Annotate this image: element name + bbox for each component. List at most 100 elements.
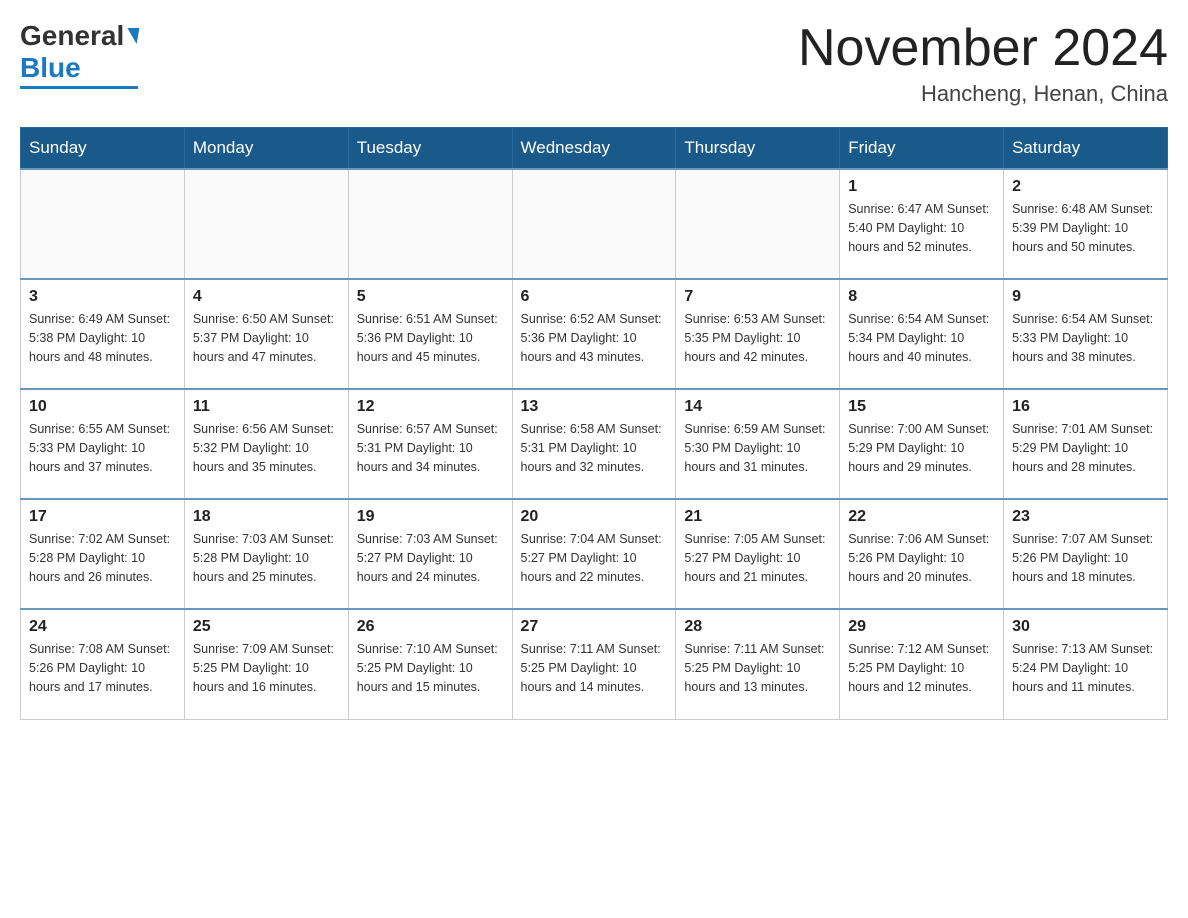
calendar-cell: 24Sunrise: 7:08 AM Sunset: 5:26 PM Dayli…	[21, 609, 185, 719]
day-info: Sunrise: 7:12 AM Sunset: 5:25 PM Dayligh…	[848, 640, 995, 696]
day-info: Sunrise: 7:00 AM Sunset: 5:29 PM Dayligh…	[848, 420, 995, 476]
day-info: Sunrise: 6:49 AM Sunset: 5:38 PM Dayligh…	[29, 310, 176, 366]
calendar-cell: 29Sunrise: 7:12 AM Sunset: 5:25 PM Dayli…	[840, 609, 1004, 719]
logo-text: General	[20, 20, 138, 52]
calendar-cell: 11 Sunrise: 6:56 AM Sunset: 5:32 PM Dayli…	[184, 389, 348, 499]
day-number: 15	[848, 398, 995, 416]
day-info: Sunrise: 6:54 AM Sunset: 5:34 PM Dayligh…	[848, 310, 995, 366]
calendar-cell: 16 Sunrise: 7:01 AM Sunset: 5:29 PM Dayli…	[1004, 389, 1168, 499]
page-header: General Blue November 2024 Hancheng, Hen…	[20, 20, 1168, 107]
title-block: November 2024 Hancheng, Henan, China	[798, 20, 1168, 107]
weekday-header-friday: Friday	[840, 128, 1004, 170]
day-info: Sunrise: 6:48 AM Sunset: 5:39 PM Dayligh…	[1012, 200, 1159, 256]
day-number: 3	[29, 288, 176, 306]
day-info: Sunrise: 6:59 AM Sunset: 5:30 PM Dayligh…	[684, 420, 831, 476]
day-number: 19	[357, 508, 504, 526]
day-number: 23	[1012, 508, 1159, 526]
calendar-cell: 25Sunrise: 7:09 AM Sunset: 5:25 PM Dayli…	[184, 609, 348, 719]
weekday-header-tuesday: Tuesday	[348, 128, 512, 170]
day-number: 26	[357, 618, 504, 636]
day-number: 17	[29, 508, 176, 526]
day-info: Sunrise: 7:03 AM Sunset: 5:28 PM Dayligh…	[193, 530, 340, 586]
day-number: 7	[684, 288, 831, 306]
day-info: Sunrise: 6:54 AM Sunset: 5:33 PM Dayligh…	[1012, 310, 1159, 366]
calendar-cell: 23 Sunrise: 7:07 AM Sunset: 5:26 PM Dayli…	[1004, 499, 1168, 609]
weekday-header-row: SundayMondayTuesdayWednesdayThursdayFrid…	[21, 128, 1168, 170]
day-info: Sunrise: 7:05 AM Sunset: 5:27 PM Dayligh…	[684, 530, 831, 586]
calendar-cell	[21, 169, 185, 279]
day-info: Sunrise: 7:02 AM Sunset: 5:28 PM Dayligh…	[29, 530, 176, 586]
day-info: Sunrise: 7:08 AM Sunset: 5:26 PM Dayligh…	[29, 640, 176, 696]
calendar-week-5: 24Sunrise: 7:08 AM Sunset: 5:26 PM Dayli…	[21, 609, 1168, 719]
day-number: 13	[521, 398, 668, 416]
day-info: Sunrise: 7:03 AM Sunset: 5:27 PM Dayligh…	[357, 530, 504, 586]
logo-underline	[20, 86, 138, 89]
weekday-header-thursday: Thursday	[676, 128, 840, 170]
calendar-cell: 15 Sunrise: 7:00 AM Sunset: 5:29 PM Dayli…	[840, 389, 1004, 499]
weekday-header-wednesday: Wednesday	[512, 128, 676, 170]
calendar-cell: 7Sunrise: 6:53 AM Sunset: 5:35 PM Daylig…	[676, 279, 840, 389]
calendar-cell: 4Sunrise: 6:50 AM Sunset: 5:37 PM Daylig…	[184, 279, 348, 389]
day-info: Sunrise: 7:11 AM Sunset: 5:25 PM Dayligh…	[684, 640, 831, 696]
day-info: Sunrise: 6:55 AM Sunset: 5:33 PM Dayligh…	[29, 420, 176, 476]
calendar-cell	[348, 169, 512, 279]
calendar-cell: 2 Sunrise: 6:48 AM Sunset: 5:39 PM Daylig…	[1004, 169, 1168, 279]
calendar-cell: 28 Sunrise: 7:11 AM Sunset: 5:25 PM Dayli…	[676, 609, 840, 719]
day-number: 27	[521, 618, 668, 636]
logo: General Blue	[20, 20, 138, 89]
day-info: Sunrise: 6:56 AM Sunset: 5:32 PM Dayligh…	[193, 420, 340, 476]
calendar-cell: 12Sunrise: 6:57 AM Sunset: 5:31 PM Dayli…	[348, 389, 512, 499]
day-info: Sunrise: 7:01 AM Sunset: 5:29 PM Dayligh…	[1012, 420, 1159, 476]
calendar-cell: 22 Sunrise: 7:06 AM Sunset: 5:26 PM Dayli…	[840, 499, 1004, 609]
weekday-header-saturday: Saturday	[1004, 128, 1168, 170]
calendar-cell: 21 Sunrise: 7:05 AM Sunset: 5:27 PM Dayli…	[676, 499, 840, 609]
day-number: 14	[684, 398, 831, 416]
day-number: 22	[848, 508, 995, 526]
day-info: Sunrise: 7:04 AM Sunset: 5:27 PM Dayligh…	[521, 530, 668, 586]
day-info: Sunrise: 6:57 AM Sunset: 5:31 PM Dayligh…	[357, 420, 504, 476]
day-info: Sunrise: 7:07 AM Sunset: 5:26 PM Dayligh…	[1012, 530, 1159, 586]
day-number: 2	[1012, 178, 1159, 196]
calendar-cell	[184, 169, 348, 279]
calendar-week-3: 10Sunrise: 6:55 AM Sunset: 5:33 PM Dayli…	[21, 389, 1168, 499]
day-info: Sunrise: 7:10 AM Sunset: 5:25 PM Dayligh…	[357, 640, 504, 696]
calendar-header: SundayMondayTuesdayWednesdayThursdayFrid…	[21, 128, 1168, 170]
day-number: 16	[1012, 398, 1159, 416]
day-number: 9	[1012, 288, 1159, 306]
day-number: 11	[193, 398, 340, 416]
day-number: 1	[848, 178, 995, 196]
calendar-cell: 5Sunrise: 6:51 AM Sunset: 5:36 PM Daylig…	[348, 279, 512, 389]
logo-blue-text: Blue	[20, 52, 81, 84]
calendar-cell: 6 Sunrise: 6:52 AM Sunset: 5:36 PM Daylig…	[512, 279, 676, 389]
calendar-week-1: 1Sunrise: 6:47 AM Sunset: 5:40 PM Daylig…	[21, 169, 1168, 279]
logo-arrow-icon	[125, 28, 140, 44]
day-number: 21	[684, 508, 831, 526]
weekday-header-monday: Monday	[184, 128, 348, 170]
logo-general-text: General	[20, 20, 124, 52]
calendar-cell: 13 Sunrise: 6:58 AM Sunset: 5:31 PM Dayli…	[512, 389, 676, 499]
day-number: 25	[193, 618, 340, 636]
calendar-cell: 9 Sunrise: 6:54 AM Sunset: 5:33 PM Daylig…	[1004, 279, 1168, 389]
calendar-week-2: 3 Sunrise: 6:49 AM Sunset: 5:38 PM Daylig…	[21, 279, 1168, 389]
calendar-body: 1Sunrise: 6:47 AM Sunset: 5:40 PM Daylig…	[21, 169, 1168, 719]
calendar-cell: 14 Sunrise: 6:59 AM Sunset: 5:30 PM Dayli…	[676, 389, 840, 499]
weekday-header-sunday: Sunday	[21, 128, 185, 170]
calendar-title: November 2024	[798, 20, 1168, 77]
calendar-cell: 10Sunrise: 6:55 AM Sunset: 5:33 PM Dayli…	[21, 389, 185, 499]
calendar-week-4: 17 Sunrise: 7:02 AM Sunset: 5:28 PM Dayli…	[21, 499, 1168, 609]
calendar-cell: 19 Sunrise: 7:03 AM Sunset: 5:27 PM Dayli…	[348, 499, 512, 609]
day-number: 6	[521, 288, 668, 306]
calendar-cell: 17 Sunrise: 7:02 AM Sunset: 5:28 PM Dayli…	[21, 499, 185, 609]
day-number: 18	[193, 508, 340, 526]
day-info: Sunrise: 6:50 AM Sunset: 5:37 PM Dayligh…	[193, 310, 340, 366]
calendar-cell: 30Sunrise: 7:13 AM Sunset: 5:24 PM Dayli…	[1004, 609, 1168, 719]
day-number: 30	[1012, 618, 1159, 636]
day-number: 20	[521, 508, 668, 526]
day-info: Sunrise: 7:06 AM Sunset: 5:26 PM Dayligh…	[848, 530, 995, 586]
calendar-cell: 20 Sunrise: 7:04 AM Sunset: 5:27 PM Dayli…	[512, 499, 676, 609]
calendar-cell: 27Sunrise: 7:11 AM Sunset: 5:25 PM Dayli…	[512, 609, 676, 719]
calendar-cell	[676, 169, 840, 279]
day-info: Sunrise: 6:52 AM Sunset: 5:36 PM Dayligh…	[521, 310, 668, 366]
day-info: Sunrise: 6:58 AM Sunset: 5:31 PM Dayligh…	[521, 420, 668, 476]
day-number: 28	[684, 618, 831, 636]
